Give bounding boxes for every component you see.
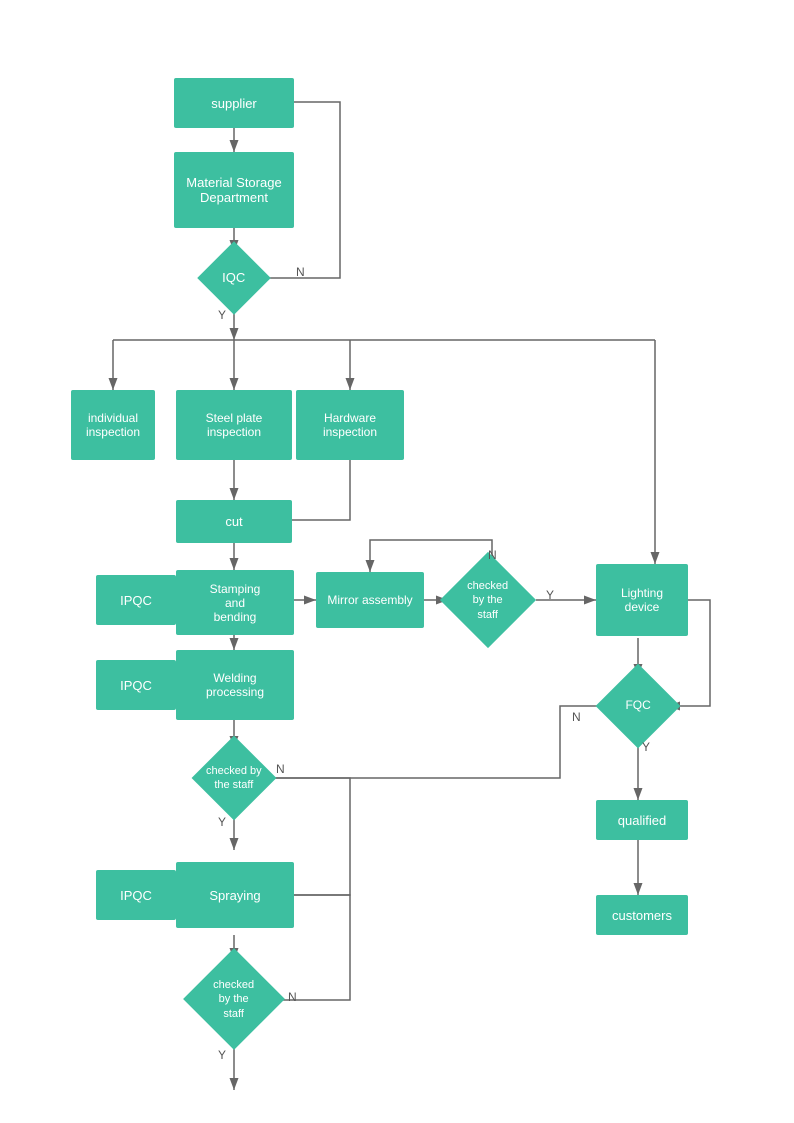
fqc-n-label: N <box>572 710 581 724</box>
steel-plate-node: Steel plate inspection <box>176 390 292 460</box>
checked3-n-label: N <box>288 990 297 1004</box>
checked2-n-label: N <box>276 762 285 776</box>
supplier-node: supplier <box>174 78 294 128</box>
qualified-node: qualified <box>596 800 688 840</box>
hardware-inspection-node: Hardware inspection <box>296 390 404 460</box>
spraying-node: Spraying <box>176 862 294 928</box>
checked1-node: checked by the staff <box>440 566 536 634</box>
checked2-y-label: Y <box>218 815 226 829</box>
fqc-y-label: Y <box>642 740 650 754</box>
cut-node: cut <box>176 500 292 543</box>
welding-node: Welding processing <box>176 650 294 720</box>
ipqc2-node: IPQC <box>96 660 176 710</box>
fqc-node: FQC <box>604 676 672 736</box>
material-storage-node: Material Storage Department <box>174 152 294 228</box>
checked3-y-label: Y <box>218 1048 226 1062</box>
ipqc3-node: IPQC <box>96 870 176 920</box>
iqc-n-label: N <box>296 265 305 279</box>
checked1-n-label: N <box>488 548 497 562</box>
arrows-layer <box>0 0 794 1123</box>
flowchart: supplier Material Storage Department IQC… <box>0 0 794 1123</box>
iqc-node: IQC <box>182 252 286 304</box>
iqc-y-label: Y <box>218 308 226 322</box>
individual-inspection-node: individual inspection <box>71 390 155 460</box>
checked2-node: checked by the staff <box>182 748 286 808</box>
checked1-y-label: Y <box>546 588 554 602</box>
ipqc1-node: IPQC <box>96 575 176 625</box>
mirror-assembly-node: Mirror assembly <box>316 572 424 628</box>
lighting-device-node: Lighting device <box>596 564 688 636</box>
checked3-node: checked by the staff <box>182 958 286 1040</box>
customers-node: customers <box>596 895 688 935</box>
stamping-node: Stamping and bending <box>176 570 294 635</box>
